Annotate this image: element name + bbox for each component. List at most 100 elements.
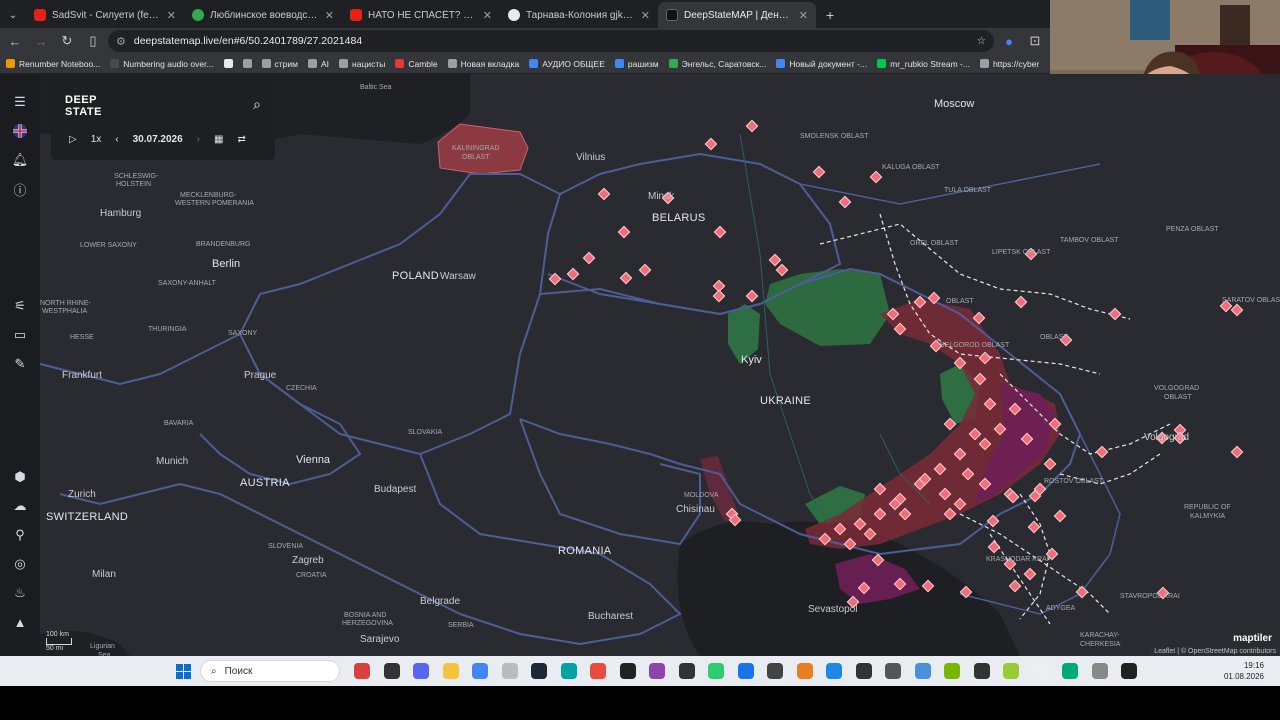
bookmark-item[interactable]: рашизм: [614, 59, 659, 69]
map-view[interactable]: Baltic Sea Moscow KALININGRAD OBLAST Vilnius…: [0, 74, 1280, 656]
windows-start-icon[interactable]: [176, 664, 191, 684]
calendar-icon[interactable]: ▦: [214, 134, 223, 145]
app-icon[interactable]: [1062, 663, 1078, 679]
incident-marker[interactable]: [973, 372, 987, 386]
forward-icon[interactable]: →: [30, 30, 52, 52]
close-tab-icon[interactable]: ✕: [325, 9, 334, 22]
incident-marker[interactable]: [873, 507, 887, 521]
app-icon[interactable]: [590, 663, 606, 679]
app-icon[interactable]: [649, 663, 665, 679]
map-search-icon[interactable]: ⌕: [253, 96, 261, 113]
current-date[interactable]: 30.07.2026: [133, 134, 183, 145]
incident-marker[interactable]: [712, 289, 726, 303]
chatgpt-icon[interactable]: [885, 663, 901, 679]
incident-marker[interactable]: [1008, 402, 1022, 416]
bookmark-item[interactable]: AI: [308, 59, 329, 69]
incident-marker[interactable]: [843, 537, 857, 551]
steam-icon[interactable]: [531, 663, 547, 679]
incident-marker[interactable]: [913, 295, 927, 309]
incident-marker[interactable]: [1108, 307, 1122, 321]
incident-marker[interactable]: [873, 482, 887, 496]
app-icon[interactable]: [796, 663, 813, 679]
incident-marker[interactable]: [1020, 432, 1034, 446]
app-icon[interactable]: [354, 663, 370, 679]
incident-marker[interactable]: [548, 272, 562, 286]
incident-marker[interactable]: [1027, 520, 1041, 534]
incident-marker[interactable]: [745, 119, 759, 133]
bookmark-item[interactable]: https://cyber: [979, 59, 1039, 69]
incident-marker[interactable]: [597, 187, 611, 201]
files-icon[interactable]: [383, 663, 400, 679]
deepstate-logo[interactable]: DEEP STATE: [65, 94, 102, 118]
play-icon[interactable]: ▷: [69, 134, 77, 145]
incident-marker[interactable]: [893, 577, 907, 591]
bookmark-item[interactable]: Camble: [395, 59, 438, 69]
incident-marker[interactable]: [959, 585, 973, 599]
incident-marker[interactable]: [1053, 509, 1067, 523]
nvidia-icon[interactable]: [944, 663, 960, 679]
app-icon[interactable]: [1091, 663, 1108, 679]
obs-icon[interactable]: [619, 663, 636, 679]
tab-3[interactable]: НАТО НЕ СПАСЁТ? ПОЧЕМУ П...✕: [342, 2, 500, 28]
speed-toggle[interactable]: 1x: [91, 134, 102, 145]
incident-marker[interactable]: [943, 507, 957, 521]
incident-marker[interactable]: [566, 267, 580, 281]
app-icon[interactable]: [1032, 663, 1049, 679]
incident-marker[interactable]: [886, 307, 900, 321]
incident-marker[interactable]: [745, 289, 759, 303]
notifications-icon[interactable]: 🔔︎: [10, 150, 30, 170]
incident-marker[interactable]: [1023, 567, 1037, 581]
app-icon[interactable]: [1003, 663, 1019, 679]
incident-marker[interactable]: [927, 291, 941, 305]
tab-5-active[interactable]: DeepStateMAP | День 1620 | М...✕: [658, 2, 816, 28]
taskbar-search[interactable]: ⌕ Поиск: [200, 660, 340, 682]
incident-marker[interactable]: [943, 417, 957, 431]
back-icon[interactable]: ←: [4, 30, 26, 52]
incident-marker[interactable]: [853, 517, 867, 531]
incident-marker[interactable]: [857, 581, 871, 595]
url-text[interactable]: deepstatemap.live/en#6/50.2401789/27.202…: [134, 35, 969, 47]
bookmark-item[interactable]: mr_rubkio Stream -...: [877, 59, 970, 69]
tab-2[interactable]: Люблинское воеводство – Google Maps✕: [184, 2, 342, 28]
incident-marker[interactable]: [871, 553, 885, 567]
radiation-icon[interactable]: ◎: [10, 554, 30, 574]
incident-marker[interactable]: [812, 165, 826, 179]
incident-marker[interactable]: [953, 497, 967, 511]
app-icon[interactable]: [560, 663, 577, 679]
notepad-icon[interactable]: [501, 663, 518, 679]
app-icon[interactable]: [973, 663, 990, 679]
incident-marker[interactable]: [838, 195, 852, 209]
bookmark-item[interactable]: Новая вкладка: [447, 59, 519, 69]
incident-marker[interactable]: [978, 477, 992, 491]
close-tab-icon[interactable]: ✕: [167, 9, 176, 22]
incident-marker[interactable]: [893, 322, 907, 336]
fire-icon[interactable]: ♨: [10, 583, 30, 603]
bookmark-item[interactable]: Renumber Noteboo...: [6, 59, 100, 69]
bookmark-item[interactable]: Энгельс, Саратовск...: [668, 59, 766, 69]
antenna-icon[interactable]: ⚲: [10, 525, 30, 545]
discord-icon[interactable]: [413, 663, 429, 679]
incident-marker[interactable]: [968, 427, 982, 441]
bases-icon[interactable]: ▲: [10, 612, 30, 632]
tab-1[interactable]: SadSvit - Силуети (feat. СТРУКТУРА)✕: [26, 2, 184, 28]
system-clock[interactable]: 19:16 01.08.2026: [1224, 660, 1264, 682]
incident-marker[interactable]: [713, 225, 727, 239]
site-info-icon[interactable]: ⚙: [116, 35, 126, 48]
bookmark-item[interactable]: АУДИО ОБЩЕЕ: [529, 59, 605, 69]
bookmark-item[interactable]: нацисты: [339, 59, 385, 69]
incident-marker[interactable]: [987, 540, 1001, 554]
incident-marker[interactable]: [961, 467, 975, 481]
map-attribution[interactable]: Leaflet | © OpenStreetMap contributors: [1150, 647, 1280, 656]
incident-marker[interactable]: [619, 271, 633, 285]
close-tab-icon[interactable]: ✕: [799, 9, 808, 22]
bookmark-item[interactable]: [242, 59, 252, 68]
terminal-icon[interactable]: [678, 663, 695, 679]
incident-marker[interactable]: [775, 263, 789, 277]
incident-marker[interactable]: [768, 253, 782, 267]
incident-marker[interactable]: [978, 351, 992, 365]
incident-marker[interactable]: [638, 263, 652, 277]
incident-marker[interactable]: [978, 437, 992, 451]
bookmark-item[interactable]: [223, 59, 233, 68]
new-tab-button[interactable]: +: [816, 2, 844, 28]
incident-marker[interactable]: [993, 422, 1007, 436]
